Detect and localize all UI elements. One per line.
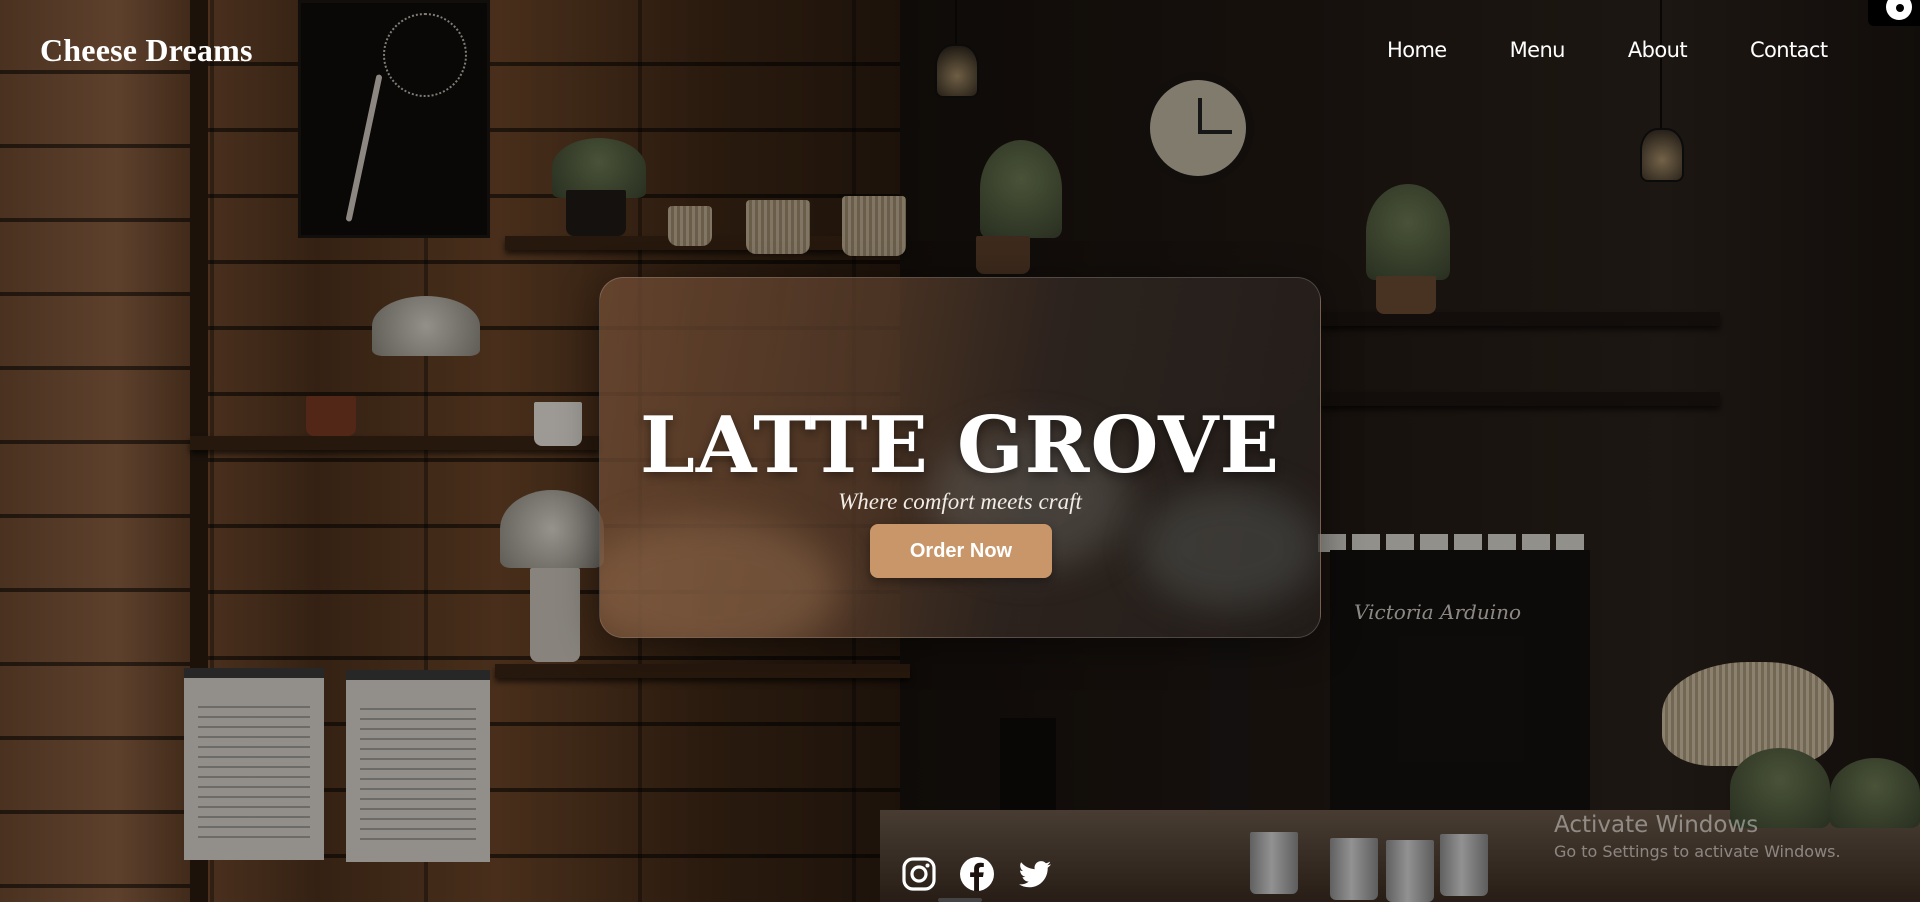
hero-subtitle: Where comfort meets craft <box>838 489 1082 514</box>
facebook-link[interactable] <box>958 856 996 892</box>
nav-link-about[interactable]: About <box>1628 38 1688 62</box>
facebook-icon <box>960 857 994 891</box>
social-links <box>900 856 1054 892</box>
nav-links: Home Menu About Contact <box>1387 38 1828 62</box>
navbar: Cheese Dreams Home Menu About Contact <box>0 0 1920 104</box>
brand-logo[interactable]: Cheese Dreams <box>40 32 253 69</box>
nav-link-contact[interactable]: Contact <box>1750 38 1828 62</box>
instagram-icon <box>902 857 936 891</box>
nav-link-menu[interactable]: Menu <box>1510 38 1566 62</box>
twitter-icon <box>1018 861 1051 888</box>
hero-title: LATTE GROVE <box>640 400 1280 492</box>
watermark-subtitle: Go to Settings to activate Windows. <box>1554 842 1841 861</box>
order-now-button[interactable]: Order Now <box>870 524 1052 578</box>
watermark-title: Activate Windows <box>1554 812 1759 838</box>
activate-windows-watermark: Activate Windows Go to Settings to activ… <box>1554 812 1841 861</box>
nav-link-home[interactable]: Home <box>1387 38 1447 62</box>
instagram-link[interactable] <box>900 856 938 892</box>
hero-card: LATTE GROVE Where comfort meets craft Or… <box>599 277 1321 638</box>
floating-widget-icon <box>1886 0 1912 20</box>
scroll-indicator <box>938 898 982 902</box>
twitter-link[interactable] <box>1016 856 1054 892</box>
corner-widget[interactable] <box>1868 0 1920 26</box>
